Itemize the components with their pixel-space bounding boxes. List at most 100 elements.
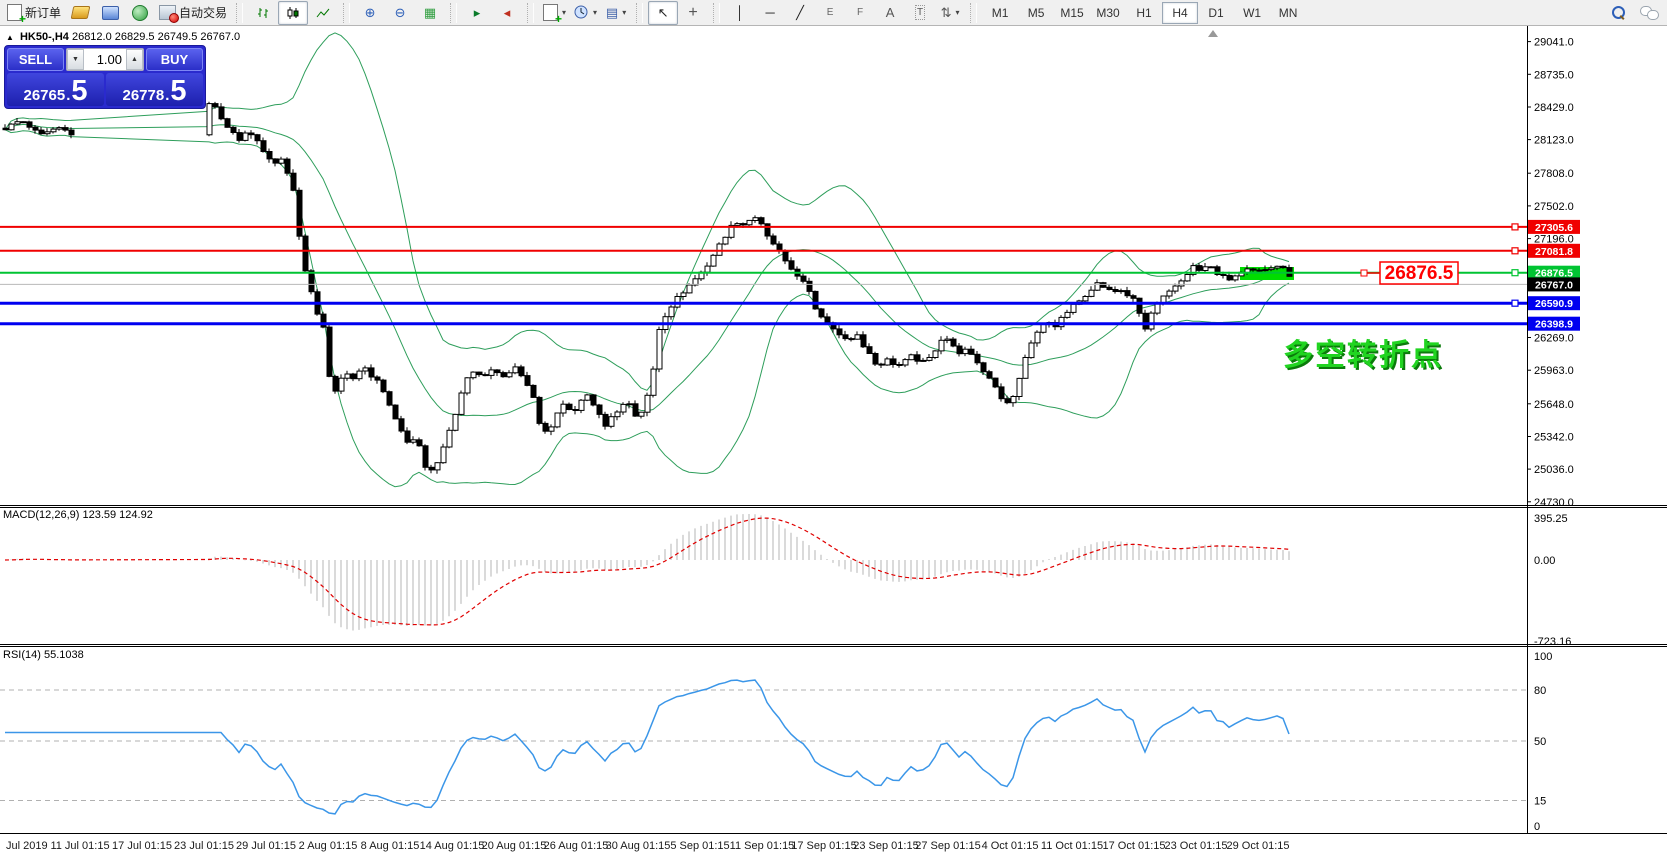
price-tick-label: 25036.0 xyxy=(1534,464,1574,476)
auto-scroll-button[interactable]: ▸ xyxy=(462,1,492,25)
sell-button[interactable]: SELL xyxy=(7,48,64,71)
chevron-down-icon: ▾ xyxy=(622,8,626,17)
price-tick-label: 28123.0 xyxy=(1534,135,1574,147)
bar-chart-button[interactable] xyxy=(248,1,278,25)
search-button[interactable] xyxy=(1604,1,1634,25)
text-label-button[interactable]: T xyxy=(905,1,935,25)
volume-decrease-button[interactable]: ▼ xyxy=(67,49,84,70)
gold-crate-icon xyxy=(70,6,90,19)
candlestick-chart-button[interactable] xyxy=(278,1,308,25)
new-order-button[interactable]: + 新订单 xyxy=(3,1,65,25)
time-axis: Jul 201911 Jul 01:1517 Jul 01:1523 Jul 0… xyxy=(6,840,1290,852)
candlestick-chart-icon xyxy=(285,6,301,20)
price-badge-text: 26767.0 xyxy=(1535,279,1573,291)
timeframe-button-d1[interactable]: D1 xyxy=(1198,2,1234,24)
signal-button[interactable] xyxy=(125,1,155,25)
zoom-out-button[interactable]: ⊖ xyxy=(385,1,415,25)
timeframe-button-w1[interactable]: W1 xyxy=(1234,2,1270,24)
text-button[interactable]: A xyxy=(875,1,905,25)
time-axis-label: 5 Sep 01:15 xyxy=(670,840,729,852)
chat-icon xyxy=(1640,6,1658,19)
chart-canvas[interactable]: 26876.529041.028735.028429.028123.027808… xyxy=(0,0,1667,860)
chart-shift-button[interactable]: ◂ xyxy=(492,1,522,25)
vertical-line-button[interactable]: │ xyxy=(725,1,755,25)
one-click-trading-panel: SELL ▼ 1.00 ▲ BUY 26765.5 26778.5 xyxy=(4,45,206,109)
templates-button[interactable]: ▤ ▾ xyxy=(601,1,631,25)
cursor-icon: ↖ xyxy=(658,6,669,19)
line-handle[interactable] xyxy=(1512,300,1518,306)
line-handle[interactable] xyxy=(1512,270,1518,276)
time-axis-label: 17 Jul 01:15 xyxy=(112,840,172,852)
fibonacci-button[interactable]: F xyxy=(845,1,875,25)
new-order-label: 新订单 xyxy=(25,4,61,21)
volume-stepper: ▼ 1.00 ▲ xyxy=(66,48,144,71)
equidistant-channel-button[interactable]: E xyxy=(815,1,845,25)
search-icon xyxy=(1612,6,1626,20)
volume-increase-button[interactable]: ▲ xyxy=(126,49,143,70)
timeframe-button-h1[interactable]: H1 xyxy=(1126,2,1162,24)
chat-button[interactable] xyxy=(1634,1,1664,25)
time-axis-label: 23 Sep 01:15 xyxy=(853,840,918,852)
time-axis-label: 20 Aug 01:15 xyxy=(482,840,547,852)
volume-input[interactable]: 1.00 xyxy=(84,49,126,70)
time-axis-label: 14 Aug 01:15 xyxy=(420,840,485,852)
chevron-down-icon: ▾ xyxy=(562,8,566,17)
zoom-in-button[interactable]: ⊕ xyxy=(355,1,385,25)
chevron-down-icon: ▾ xyxy=(956,8,960,17)
rsi-scale-label: 80 xyxy=(1534,685,1546,697)
auto-trading-icon xyxy=(159,5,176,20)
zoom-out-icon: ⊖ xyxy=(395,6,406,19)
toolbar-separator xyxy=(343,3,350,23)
templates-icon: ▤ xyxy=(606,6,618,19)
timeframe-button-m15[interactable]: M15 xyxy=(1054,2,1090,24)
price-tick-label: 24730.0 xyxy=(1534,497,1574,509)
remote-screen-icon xyxy=(102,6,119,20)
remote-screen-button[interactable] xyxy=(95,1,125,25)
timeframe-button-mn[interactable]: MN xyxy=(1270,2,1306,24)
buy-price[interactable]: 26778.5 xyxy=(106,73,203,106)
price-tag-text: 26876.5 xyxy=(1385,263,1454,284)
time-axis-label: 2 Aug 01:15 xyxy=(299,840,358,852)
chart-shift-icon: ◂ xyxy=(504,6,511,19)
time-axis-label: 27 Sep 01:15 xyxy=(915,840,980,852)
line-handle[interactable] xyxy=(1512,224,1518,230)
sell-price[interactable]: 26765.5 xyxy=(7,73,104,106)
cursor-button[interactable]: ↖ xyxy=(648,1,678,25)
price-tick-label: 27808.0 xyxy=(1534,168,1574,180)
bar-chart-icon xyxy=(255,6,271,20)
gold-crate-button[interactable] xyxy=(65,1,95,25)
chevron-down-icon: ▾ xyxy=(593,8,597,17)
price-tag-handle[interactable] xyxy=(1361,270,1367,276)
timeframe-button-m1[interactable]: M1 xyxy=(982,2,1018,24)
line-chart-button[interactable] xyxy=(308,1,338,25)
rsi-indicator-label: RSI(14) 55.1038 xyxy=(3,649,84,661)
price-badge-text: 26590.9 xyxy=(1535,298,1573,310)
trendline-button[interactable]: ╱ xyxy=(785,1,815,25)
crosshair-button[interactable]: + xyxy=(678,1,708,25)
time-axis-label: 30 Aug 01:15 xyxy=(606,840,671,852)
text-icon: A xyxy=(886,6,895,19)
macd-scale-label: 0.00 xyxy=(1534,555,1555,567)
indicators-button[interactable]: + ▾ xyxy=(539,1,570,25)
timeframe-button-h4[interactable]: H4 xyxy=(1162,2,1198,24)
price-tick-label: 25342.0 xyxy=(1534,431,1574,443)
line-handle[interactable] xyxy=(1512,248,1518,254)
toolbar-separator xyxy=(713,3,720,23)
chart-marker-icon: ▲ xyxy=(6,33,14,42)
signal-icon xyxy=(132,5,148,21)
price-tick-label: 28429.0 xyxy=(1534,102,1574,114)
horizontal-line-button[interactable]: ─ xyxy=(755,1,785,25)
macd-scale-label: -723.16 xyxy=(1534,636,1571,648)
time-axis-label: Jul 2019 xyxy=(6,840,48,852)
arrows-button[interactable]: ⇅ ▾ xyxy=(935,1,965,25)
macd-scale-label: 395.25 xyxy=(1534,513,1568,525)
periods-button[interactable]: ▾ xyxy=(570,1,601,25)
time-axis-label: 11 Sep 01:15 xyxy=(730,840,795,852)
chart-annotation-text[interactable]: 多空转折点 xyxy=(1283,330,1443,374)
buy-button[interactable]: BUY xyxy=(146,48,203,71)
tile-windows-button[interactable]: ▦ xyxy=(415,1,445,25)
timeframe-button-m5[interactable]: M5 xyxy=(1018,2,1054,24)
time-axis-label: 11 Jul 01:15 xyxy=(50,840,109,852)
auto-trading-button[interactable]: 自动交易 xyxy=(155,1,231,25)
timeframe-button-m30[interactable]: M30 xyxy=(1090,2,1126,24)
